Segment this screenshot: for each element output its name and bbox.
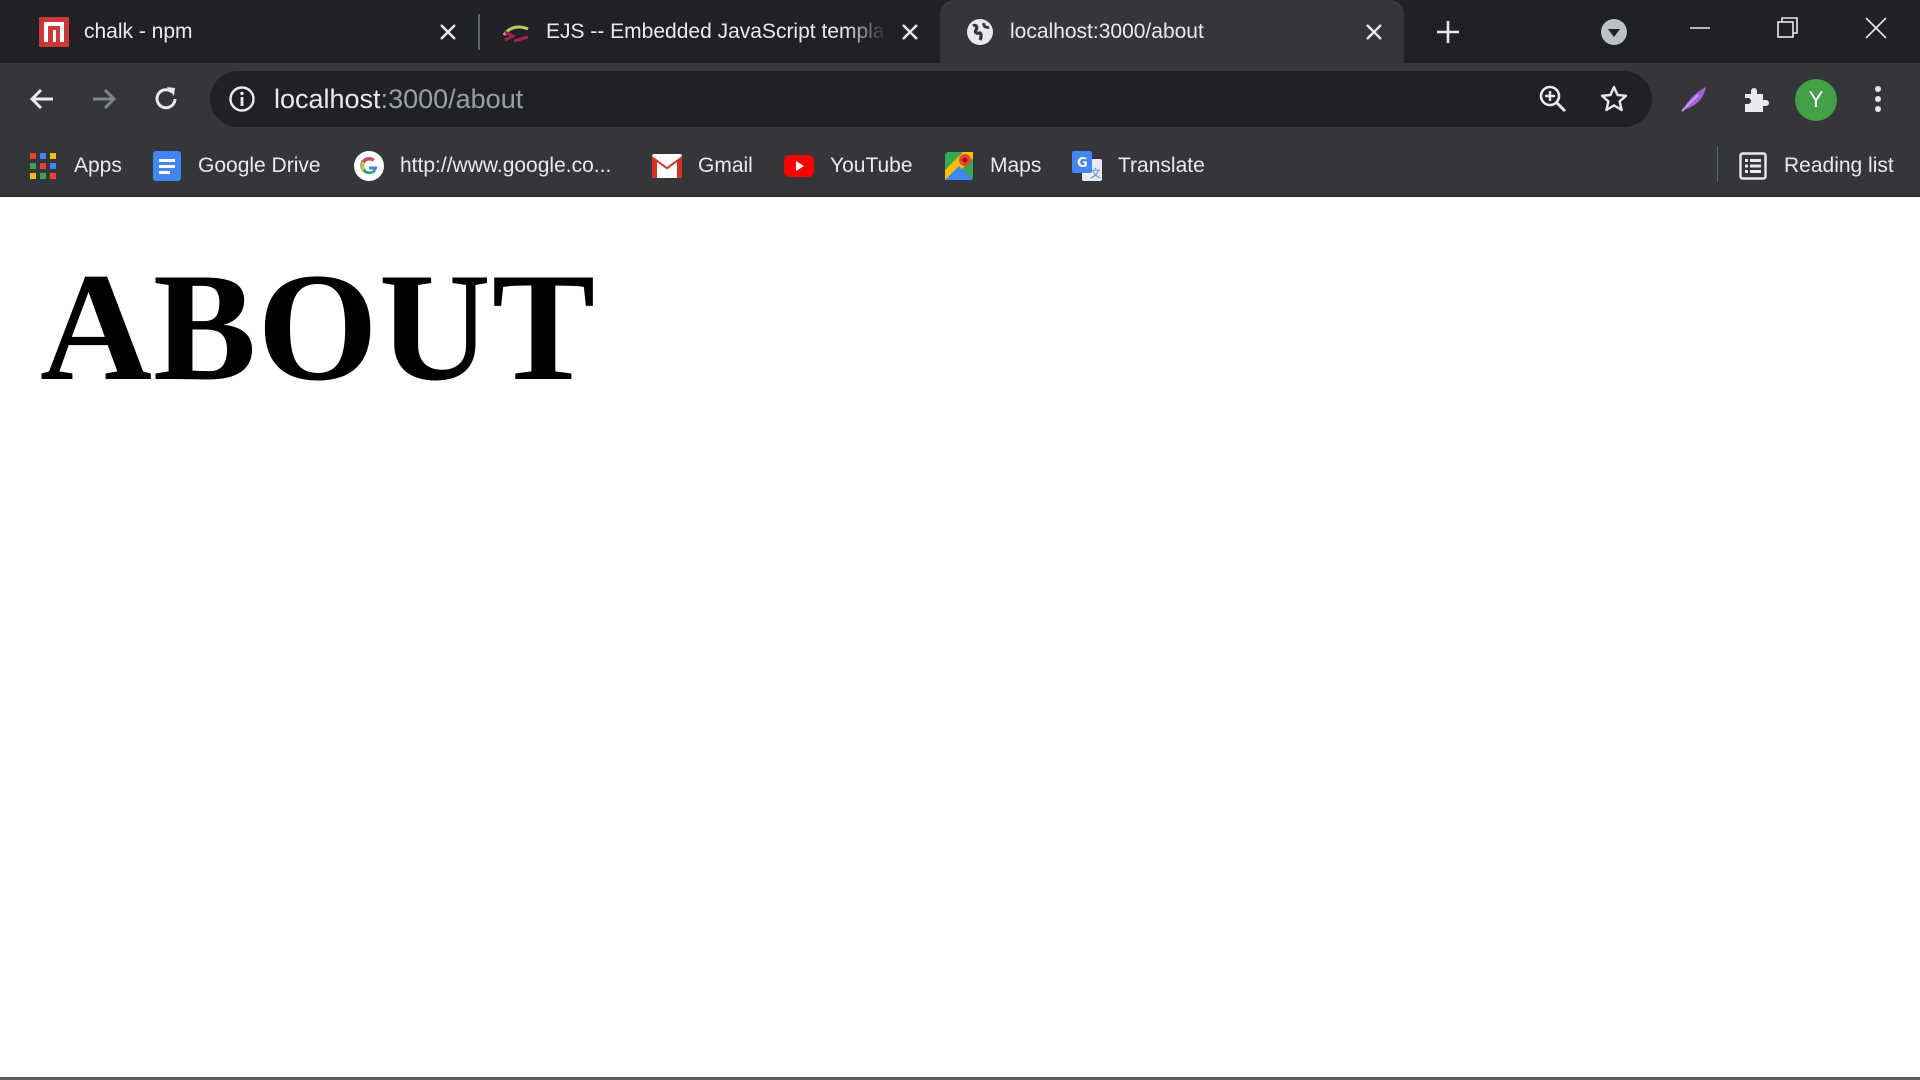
bookmark-label: Google Drive (198, 154, 321, 177)
tab-strip: chalk - npm EJS -- Embedded JavaScript t… (0, 0, 1920, 63)
info-icon[interactable] (226, 83, 258, 115)
tab-title: localhost:3000/about (1010, 19, 1204, 43)
restore-icon[interactable] (1760, 0, 1816, 56)
apps-grid-icon (28, 151, 58, 181)
close-window-icon[interactable] (1848, 0, 1904, 56)
tab-title: chalk - npm (84, 19, 193, 43)
tab-localhost-about[interactable]: localhost:3000/about (940, 0, 1404, 63)
address-bar[interactable]: localhost:3000/about (210, 71, 1652, 127)
bookmark-youtube[interactable]: YouTube (784, 135, 913, 197)
globe-icon (964, 16, 996, 48)
bookmarks-bar: Apps Google Drive http://www.google.co..… (0, 135, 1920, 197)
url-path: :3000/about (380, 84, 524, 114)
more-menu-icon[interactable] (1852, 73, 1904, 125)
tab-title-fade (846, 0, 886, 63)
tab-search-button[interactable] (1586, 4, 1642, 60)
bookmark-label: YouTube (830, 154, 913, 177)
svg-text:文: 文 (1090, 166, 1101, 180)
bookmark-translate[interactable]: G文 Translate (1072, 135, 1205, 197)
bookmark-google[interactable]: http://www.google.co... (354, 135, 611, 197)
bookmark-label: http://www.google.co... (400, 154, 612, 177)
url-host: localhost (274, 84, 381, 114)
bookmark-star-icon[interactable] (1596, 81, 1632, 117)
forward-button[interactable] (78, 73, 130, 125)
ejs-icon (500, 16, 532, 48)
close-icon[interactable] (434, 18, 462, 46)
google-icon (354, 151, 384, 181)
url-text[interactable]: localhost:3000/about (274, 84, 523, 115)
new-tab-button[interactable] (1420, 4, 1476, 60)
bookmark-gmail[interactable]: Gmail (652, 135, 753, 197)
profile-avatar[interactable]: Y (1795, 79, 1837, 121)
maps-icon (944, 151, 974, 181)
extensions-puzzle-icon[interactable] (1730, 73, 1782, 125)
tab-ejs[interactable]: EJS -- Embedded JavaScript templat (500, 0, 930, 63)
reload-button[interactable] (140, 73, 192, 125)
bookmark-maps[interactable]: Maps (944, 135, 1041, 197)
bookmarks-separator (1717, 146, 1718, 182)
translate-icon: G文 (1072, 151, 1102, 181)
reading-list-button[interactable]: Reading list (1738, 135, 1894, 197)
bookmark-label: Translate (1118, 154, 1205, 177)
minimize-icon[interactable] (1672, 0, 1728, 56)
reading-list-label: Reading list (1784, 154, 1894, 177)
tab-chalk-npm[interactable]: chalk - npm (38, 0, 468, 63)
zoom-icon[interactable] (1535, 81, 1571, 117)
bookmark-label: Apps (74, 154, 122, 177)
tab-separator (478, 14, 480, 50)
reading-list-icon (1738, 151, 1768, 181)
youtube-icon (784, 151, 814, 181)
page-heading: ABOUT (40, 241, 597, 413)
bookmark-label: Maps (990, 154, 1042, 177)
tab-title: EJS -- Embedded JavaScript templat (546, 19, 886, 43)
close-icon[interactable] (1360, 18, 1388, 46)
bookmark-label: Gmail (698, 154, 753, 177)
gmail-icon (652, 151, 682, 181)
google-docs-icon (152, 151, 182, 181)
close-icon[interactable] (896, 18, 924, 46)
back-button[interactable] (16, 73, 68, 125)
feather-extension-icon[interactable] (1668, 73, 1720, 125)
browser-toolbar: localhost:3000/about Y (0, 63, 1920, 135)
bookmark-google-drive[interactable]: Google Drive (152, 135, 321, 197)
page-content: ABOUT (0, 198, 1920, 1080)
npm-icon (38, 16, 70, 48)
svg-text:G: G (1077, 156, 1088, 171)
bookmark-apps[interactable]: Apps (28, 135, 122, 197)
